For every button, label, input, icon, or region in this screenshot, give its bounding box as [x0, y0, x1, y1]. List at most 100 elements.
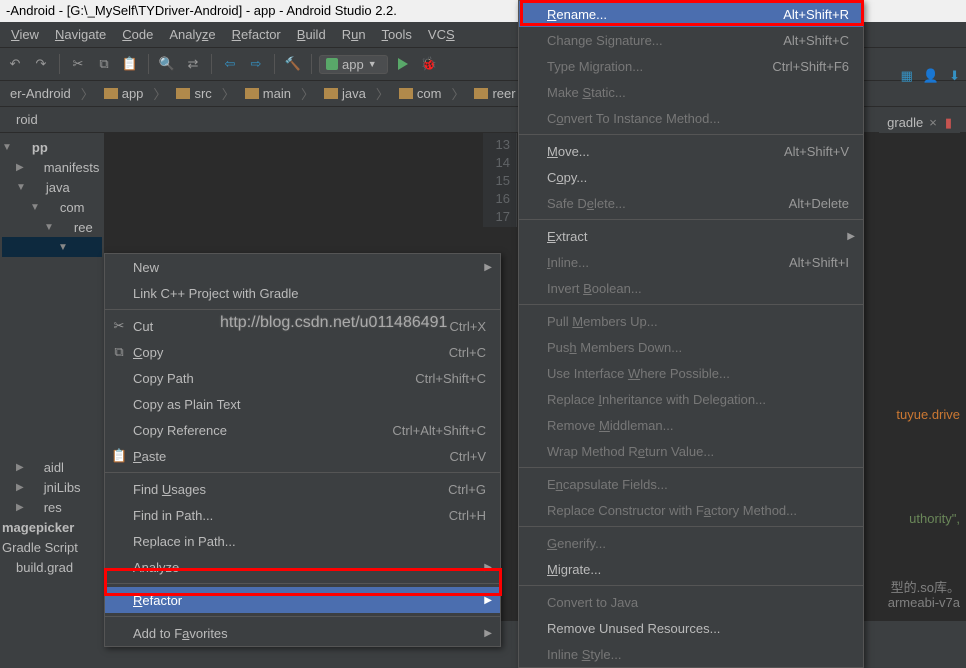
menu-item-wrap-method-return-value: Wrap Method Return Value...	[519, 438, 863, 464]
menu-item-type-migration: Type Migration...Ctrl+Shift+F6	[519, 53, 863, 79]
tree-row[interactable]: ▼com	[2, 197, 102, 217]
menu-item-convert-to-java: Convert to Java	[519, 589, 863, 615]
menu-refactor[interactable]: Refactor	[225, 25, 288, 44]
close-tab-icon[interactable]: ×	[929, 115, 937, 130]
forward-icon[interactable]: ⇨	[245, 53, 267, 75]
folder-icon	[28, 162, 40, 172]
folder-icon	[399, 88, 413, 99]
menu-item-copy-reference[interactable]: Copy ReferenceCtrl+Alt+Shift+C	[105, 417, 500, 443]
line-gutter: 13 14 15 16 17	[483, 133, 517, 227]
menu-item-migrate[interactable]: Migrate...	[519, 556, 863, 582]
menu-item-make-static: Make Static...	[519, 79, 863, 105]
menu-item-label: Refactor	[133, 593, 182, 608]
menu-item-copy-as-plain-text[interactable]: Copy as Plain Text	[105, 391, 500, 417]
menu-vcs[interactable]: VCS	[421, 25, 462, 44]
tree-row-app[interactable]: ▼pp	[2, 137, 102, 157]
menu-item-extract[interactable]: Extract▶	[519, 223, 863, 249]
breadcrumb[interactable]: er-Android	[4, 85, 77, 102]
tree-row[interactable]: build.grad	[2, 557, 102, 577]
menu-item-label: Remove Unused Resources...	[547, 621, 720, 636]
menu-item-remove-middleman: Remove Middleman...	[519, 412, 863, 438]
tree-row[interactable]: ▶jniLibs	[2, 477, 102, 497]
menu-item-rename[interactable]: Rename...Alt+Shift+R	[519, 1, 863, 27]
menu-item-analyze[interactable]: Analyze▶	[105, 554, 500, 580]
tree-row[interactable]: magepicker	[2, 517, 102, 537]
menu-item-link-c-project-with-gradle[interactable]: Link C++ Project with Gradle	[105, 280, 500, 306]
menu-item-paste[interactable]: 📋PasteCtrl+V	[105, 443, 500, 469]
menu-item-find-in-path[interactable]: Find in Path...Ctrl+H	[105, 502, 500, 528]
breadcrumb[interactable]: main	[239, 85, 297, 102]
menu-view[interactable]: View	[4, 25, 46, 44]
menu-item-replace-in-path[interactable]: Replace in Path...	[105, 528, 500, 554]
toolbar-separator	[211, 54, 212, 74]
menu-item-remove-unused-resources[interactable]: Remove Unused Resources...	[519, 615, 863, 641]
project-tree[interactable]: ▼pp ▶manifests ▼java ▼com ▼ree ▼ ▶aidl ▶…	[0, 133, 105, 621]
menu-item-label: Replace Inheritance with Delegation...	[547, 392, 766, 407]
folder-icon	[324, 88, 338, 99]
project-tab[interactable]: roid	[0, 109, 54, 130]
menu-item-find-usages[interactable]: Find UsagesCtrl+G	[105, 476, 500, 502]
tree-row[interactable]: ▶res	[2, 497, 102, 517]
paste-icon[interactable]: 📋	[119, 53, 141, 75]
menu-tools[interactable]: Tools	[375, 25, 419, 44]
breadcrumb[interactable]: src	[170, 85, 217, 102]
menu-item-copy[interactable]: ⧉CopyCtrl+C	[105, 339, 500, 365]
replace-icon[interactable]: ⇄	[182, 53, 204, 75]
menu-item-new[interactable]: New▶	[105, 254, 500, 280]
avd-tool-icon[interactable]: 👤	[923, 68, 939, 84]
cut-icon[interactable]: ✂	[67, 53, 89, 75]
menu-build[interactable]: Build	[290, 25, 333, 44]
menu-item-label: Remove Middleman...	[547, 418, 673, 433]
tree-row[interactable]: ▼java	[2, 177, 102, 197]
run-config-selector[interactable]: app ▼	[319, 55, 388, 74]
menu-item-inline-style: Inline Style...	[519, 641, 863, 667]
menu-separator	[519, 219, 863, 220]
copy-icon[interactable]: ⧉	[93, 53, 115, 75]
menu-shortcut: Ctrl+V	[420, 449, 486, 464]
breadcrumb-separator: 〉	[451, 84, 464, 103]
redo-icon[interactable]: ↷	[30, 53, 52, 75]
chart-icon[interactable]: ▮	[945, 115, 952, 131]
menu-analyze[interactable]: Analyze	[162, 25, 222, 44]
tree-row[interactable]: ▶aidl	[2, 457, 102, 477]
menu-item-refactor[interactable]: Refactor▶	[105, 587, 500, 613]
folder-icon	[104, 88, 118, 99]
menu-item-label: Copy Path	[133, 371, 194, 386]
menu-shortcut: Alt+Shift+V	[754, 144, 849, 159]
breadcrumb[interactable]: java	[318, 85, 372, 102]
back-icon[interactable]: ⇦	[219, 53, 241, 75]
menu-shortcut: Ctrl+G	[418, 482, 486, 497]
menu-shortcut: Alt+Delete	[759, 196, 849, 211]
find-icon[interactable]: 🔍	[156, 53, 178, 75]
menu-run[interactable]: Run	[335, 25, 373, 44]
sdk-tool-icon[interactable]: ⬇	[949, 68, 960, 84]
menu-item-push-members-down: Push Members Down...	[519, 334, 863, 360]
breadcrumb[interactable]: reer	[468, 85, 521, 102]
menu-navigate[interactable]: Navigate	[48, 25, 113, 44]
menu-item-copy-path[interactable]: Copy PathCtrl+Shift+C	[105, 365, 500, 391]
debug-icon[interactable]: 🐞	[418, 53, 440, 75]
gradle-tool-icon[interactable]: ▦	[901, 68, 913, 84]
menu-item-label: Add to Favorites	[133, 626, 228, 641]
tree-row[interactable]: ▼ree	[2, 217, 102, 237]
undo-icon[interactable]: ↶	[4, 53, 26, 75]
android-icon	[326, 58, 338, 70]
tree-row-selected[interactable]: ▼	[2, 237, 102, 257]
menu-code[interactable]: Code	[115, 25, 160, 44]
menu-item-label: Push Members Down...	[547, 340, 682, 355]
menu-item-cut[interactable]: ✂CutCtrl+X	[105, 313, 500, 339]
tree-row[interactable]: ▶manifests	[2, 157, 102, 177]
menu-item-add-to-favorites[interactable]: Add to Favorites▶	[105, 620, 500, 646]
tree-row[interactable]: Gradle Script	[2, 537, 102, 557]
menu-item-copy[interactable]: Copy...	[519, 164, 863, 190]
make-icon[interactable]: 🔨	[282, 53, 304, 75]
menu-item-label: Replace in Path...	[133, 534, 236, 549]
menu-item-move[interactable]: Move...Alt+Shift+V	[519, 138, 863, 164]
breadcrumb[interactable]: app	[98, 85, 150, 102]
menu-shortcut: Alt+Shift+C	[753, 33, 849, 48]
editor-tab[interactable]: gradle×	[887, 115, 937, 130]
breadcrumb[interactable]: com	[393, 85, 448, 102]
menu-item-pull-members-up: Pull Members Up...	[519, 308, 863, 334]
run-icon[interactable]	[392, 53, 414, 75]
toolbar-separator	[59, 54, 60, 74]
